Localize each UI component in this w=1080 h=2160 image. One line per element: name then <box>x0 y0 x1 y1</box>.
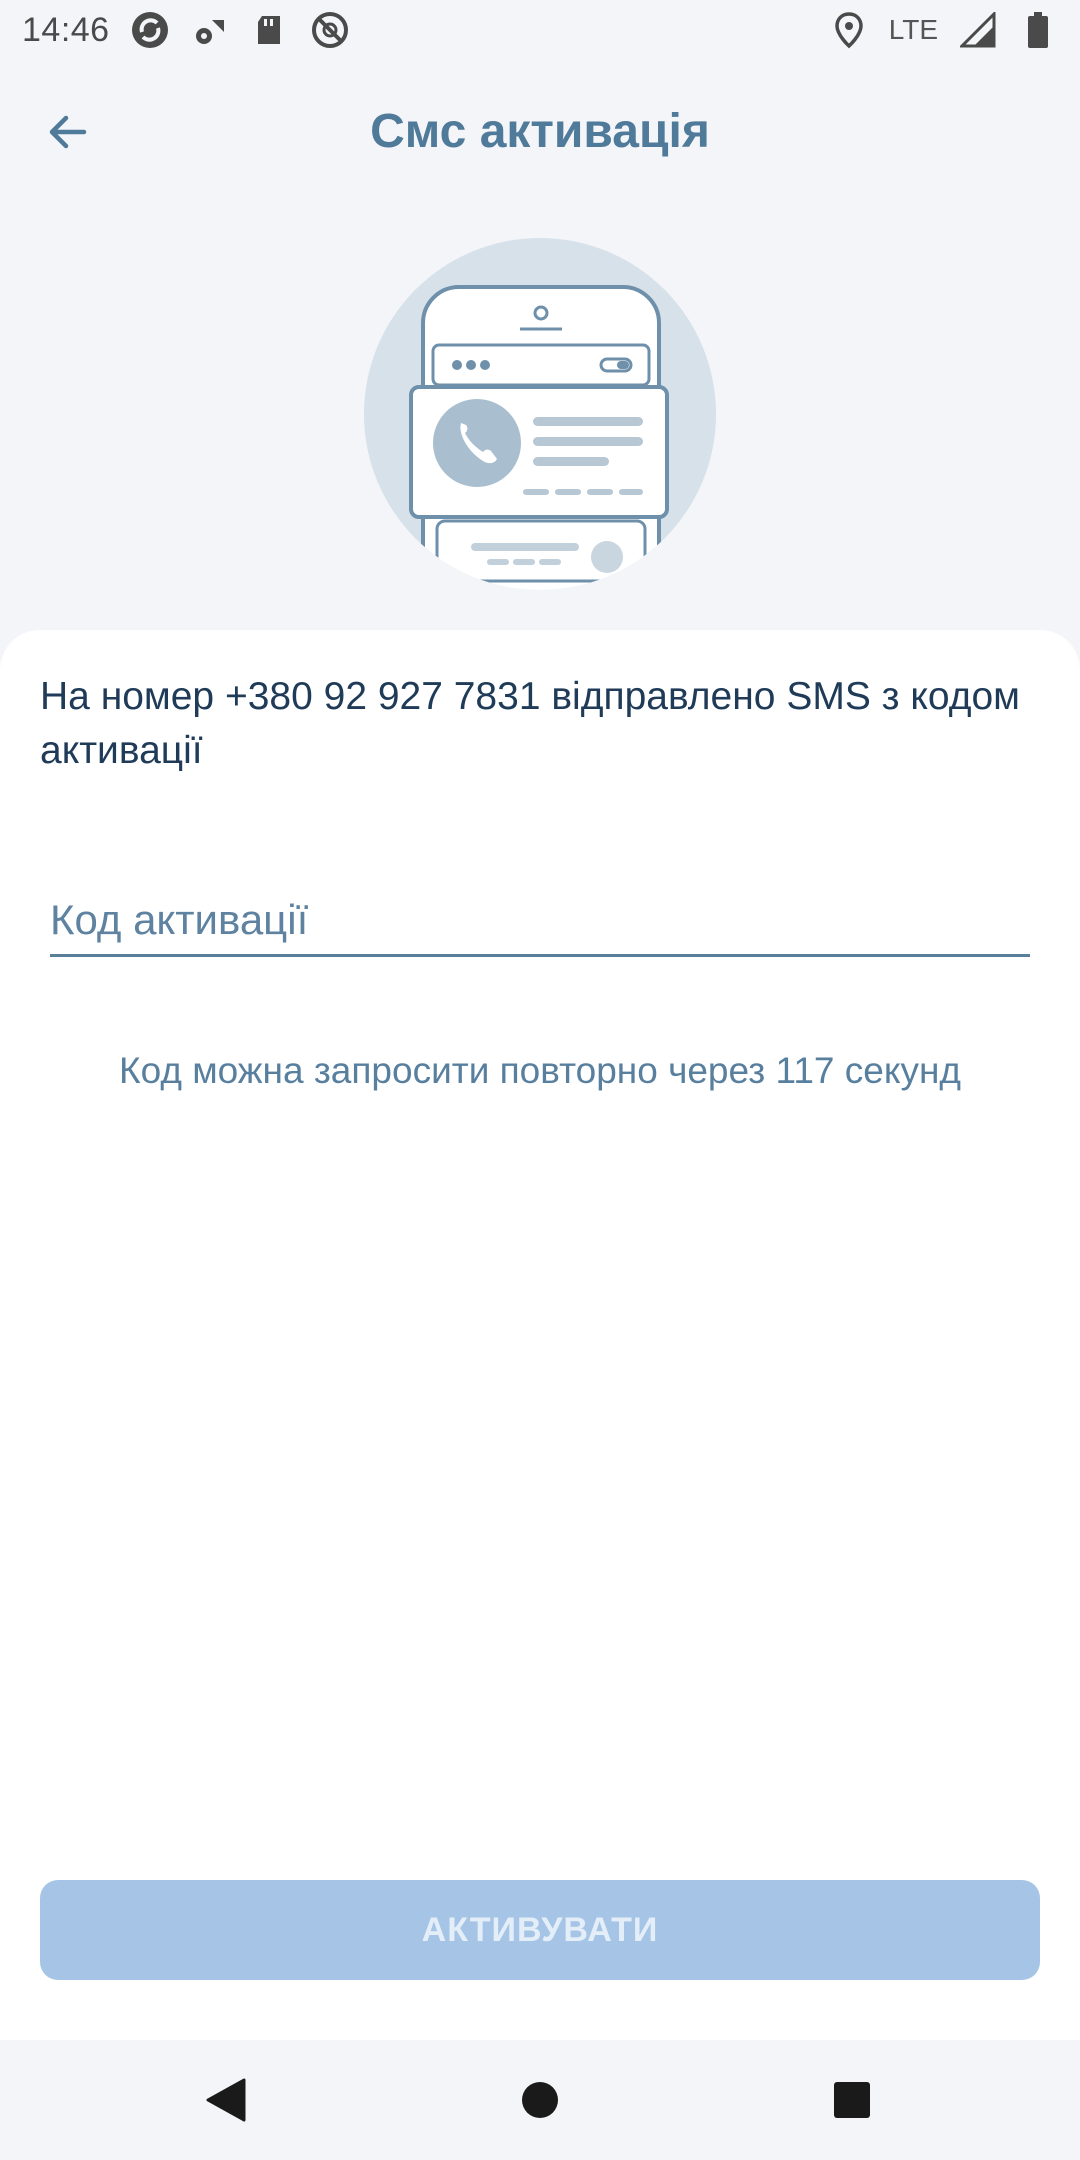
home-circle-icon <box>522 2082 558 2118</box>
blocked-icon <box>310 10 350 50</box>
activate-button[interactable]: АКТИВУВАТИ <box>40 1880 1040 1980</box>
phone-sms-illustration <box>363 237 717 591</box>
location-icon <box>829 10 869 50</box>
status-time: 14:46 <box>22 10 110 49</box>
network-type: LTE <box>888 14 938 45</box>
recents-square-icon <box>834 2082 870 2118</box>
back-triangle-icon <box>206 2078 246 2122</box>
nav-recents-button[interactable] <box>822 2070 882 2130</box>
sd-card-icon <box>250 10 290 50</box>
system-nav-bar <box>0 2040 1080 2160</box>
battery-icon <box>1018 10 1058 50</box>
status-left: 14:46 <box>22 10 350 50</box>
content-card: На номер +380 92 927 7831 відправлено SM… <box>0 630 1080 2040</box>
signal-icon <box>958 10 998 50</box>
sync-icon <box>130 10 170 50</box>
status-bar: 14:46 LTE <box>0 0 1080 60</box>
resend-timer-text: Код можна запросити повторно через 117 с… <box>119 1050 961 1091</box>
wifi-settings-icon <box>190 10 230 50</box>
nav-back-button[interactable] <box>196 2070 256 2130</box>
app-bar: Смс активація <box>0 60 1080 204</box>
page-title: Смс активація <box>370 105 710 158</box>
nav-home-button[interactable] <box>510 2070 570 2130</box>
screen: 14:46 LTE Смс активація На номер +380 92… <box>0 0 1080 2160</box>
sms-message: На номер +380 92 927 7831 відправлено SM… <box>40 675 1020 772</box>
activation-code-field[interactable] <box>50 885 1030 957</box>
status-right: LTE <box>829 10 1058 50</box>
activation-code-input[interactable] <box>50 885 1030 954</box>
